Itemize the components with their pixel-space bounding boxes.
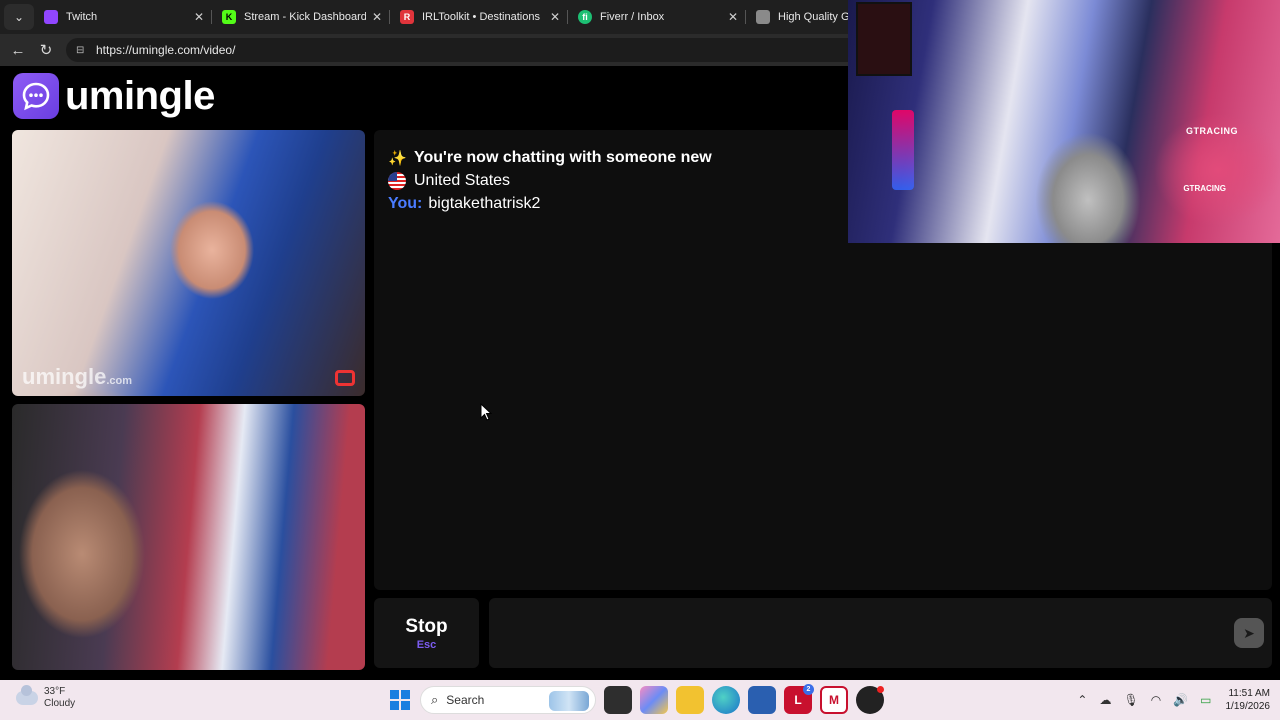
close-icon[interactable]: ✕ [194,10,204,24]
taskbar-search[interactable]: ⌕ Search [420,686,596,714]
led-light [892,110,914,190]
site-info-icon[interactable]: ⊟ [76,44,88,56]
browser-tab[interactable]: R IRLToolkit • Destinations ✕ [390,3,568,31]
file-explorer-icon[interactable] [676,686,704,714]
weather-widget[interactable]: 33°F Cloudy [16,685,76,710]
logo-text: umingle [65,73,215,118]
copilot-icon[interactable] [640,686,668,714]
browser-tab[interactable]: fi Fiverr / Inbox ✕ [568,3,746,31]
irltoolkit-icon: R [400,10,414,24]
send-icon: ➤ [1243,624,1255,641]
url-input[interactable]: ⊟ https://umingle.com/video/ [66,38,866,62]
twitch-icon [44,10,58,24]
chair-logo-text: GTRACING [1186,126,1238,136]
tab-list-button[interactable]: ⌄ [4,4,34,30]
cloud-icon [16,685,38,705]
stop-label: Stop [405,615,448,637]
watermark-main: umingle [22,364,107,389]
back-arrow-icon: ← [10,41,26,59]
sender-label: You: [388,194,423,212]
notification-badge: 2 [803,684,814,695]
tab-title: IRLToolkit • Destinations [422,11,540,23]
system-tray: ⌃ ☁ 🎙 ◠ 🔊 ▭ 11:51 AM 1/19/2026 [1065,684,1270,716]
chair-logo-text: GTRACING [1183,184,1226,193]
video-watermark: umingle.com [22,364,132,390]
reload-button[interactable]: ↻ [32,36,60,64]
stop-button[interactable]: Stop Esc [374,598,479,668]
site-logo[interactable]: umingle [13,73,215,119]
report-flag-icon[interactable] [335,370,355,386]
taskbar-apps: ⌕ Search L2 M [388,684,884,716]
store-icon[interactable] [748,686,776,714]
back-button[interactable]: ← [4,36,32,64]
antivirus-icon[interactable]: M [820,686,848,714]
browser-tab[interactable]: Twitch ✕ [34,3,212,31]
stop-shortcut: Esc [416,638,437,651]
temperature: 33°F [44,686,66,697]
reload-icon: ↻ [39,42,53,59]
watermark-suffix: .com [106,375,133,387]
fiverr-icon: fi [578,10,592,24]
close-icon[interactable]: ✕ [728,10,738,24]
self-video [12,404,365,670]
page-icon [756,10,770,24]
browser-tab[interactable]: K Stream - Kick Dashboard ✕ [212,3,390,31]
new-chat-text: You're now chatting with someone new [414,148,712,166]
tab-title: Stream - Kick Dashboard [244,11,366,23]
search-placeholder: Search [446,693,485,707]
chevron-up-icon[interactable]: ⌃ [1077,693,1087,707]
weather-condition: Cloudy [44,698,76,709]
volume-icon[interactable]: 🔊 [1173,693,1188,707]
us-flag-icon [388,171,406,190]
battery-icon[interactable]: ▭ [1200,693,1211,707]
message-text: bigtakethatrisk2 [428,194,541,212]
time: 11:51 AM [1228,688,1270,699]
sparkles-icon: ✨ [388,149,407,167]
search-highlight-image [549,691,589,711]
stranger-video: umingle.com [12,130,365,396]
message-input[interactable]: ➤ [489,598,1272,668]
url-text: https://umingle.com/video/ [96,43,236,57]
tab-title: Fiverr / Inbox [600,11,665,23]
recording-app-icon[interactable] [856,686,884,714]
country-name: United States [414,171,511,189]
streamer-webcam-overlay: GTRACING GTRACING [848,0,1280,243]
close-icon[interactable]: ✕ [550,10,560,24]
wifi-icon[interactable]: ◠ [1151,693,1161,707]
clock[interactable]: 11:51 AM 1/19/2026 [1226,687,1271,713]
mail-app-icon[interactable]: L2 [784,684,814,714]
wall-poster [856,2,912,76]
close-icon[interactable]: ✕ [372,10,382,24]
send-button[interactable]: ➤ [1234,618,1264,648]
record-dot-icon [877,686,884,693]
start-button[interactable] [390,690,410,710]
taskbar: 33°F Cloudy ⌕ Search L2 M ⌃ ☁ 🎙 ◠ 🔊 ▭ 11… [0,680,1280,720]
search-icon: ⌕ [431,692,439,707]
edge-browser-icon[interactable] [712,686,740,714]
task-view-icon[interactable] [604,686,632,714]
microphone-icon[interactable]: 🎙 [1123,693,1138,707]
chevron-down-icon: ⌄ [13,10,25,24]
date: 1/19/2026 [1225,701,1271,712]
kick-icon: K [222,10,236,24]
chat-bubble-icon [13,73,59,119]
tab-title: Twitch [66,11,98,23]
onedrive-icon[interactable]: ☁ [1099,693,1111,707]
